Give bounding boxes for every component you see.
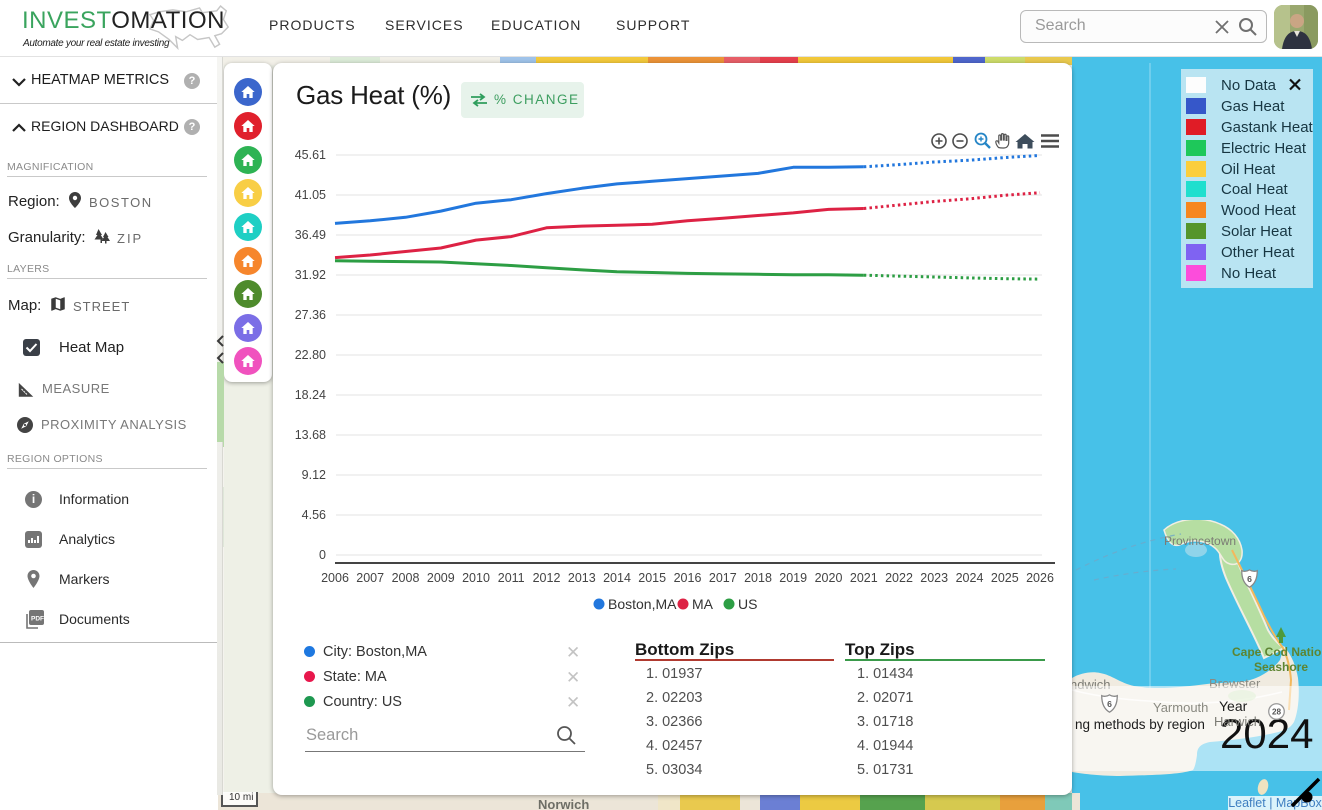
svg-text:2012: 2012 [533,571,561,585]
svg-text:2014: 2014 [603,571,631,585]
svg-text:2020: 2020 [815,571,843,585]
svg-text:41.05: 41.05 [295,188,326,202]
svg-text:2019: 2019 [779,571,807,585]
svg-text:31.92: 31.92 [295,268,326,282]
svg-text:18.24: 18.24 [295,388,326,402]
svg-text:2016: 2016 [674,571,702,585]
svg-text:0: 0 [319,548,326,562]
svg-text:22.80: 22.80 [295,348,326,362]
svg-text:45.61: 45.61 [295,148,326,162]
svg-text:36.49: 36.49 [295,228,326,242]
svg-text:2008: 2008 [392,571,420,585]
svg-text:US: US [738,596,757,612]
svg-text:PDF: PDF [31,616,44,623]
svg-text:2010: 2010 [462,571,490,585]
svg-text:2013: 2013 [568,571,596,585]
svg-text:2021: 2021 [850,571,878,585]
svg-text:2011: 2011 [498,571,525,585]
svg-text:Boston,MA: Boston,MA [608,596,677,612]
svg-text:9.12: 9.12 [302,468,326,482]
svg-text:2026: 2026 [1026,571,1054,585]
svg-text:2018: 2018 [744,571,772,585]
svg-text:13.68: 13.68 [295,428,326,442]
svg-text:2025: 2025 [991,571,1019,585]
svg-text:27.36: 27.36 [295,308,326,322]
svg-text:2023: 2023 [920,571,948,585]
svg-text:2024: 2024 [956,571,984,585]
svg-text:4.56: 4.56 [302,508,326,522]
svg-text:2007: 2007 [356,571,384,585]
svg-text:2015: 2015 [638,571,666,585]
svg-text:2009: 2009 [427,571,455,585]
svg-text:MA: MA [692,596,714,612]
svg-text:6: 6 [1247,574,1252,584]
svg-text:2006: 2006 [321,571,349,585]
svg-text:2022: 2022 [885,571,913,585]
svg-text:2017: 2017 [709,571,737,585]
